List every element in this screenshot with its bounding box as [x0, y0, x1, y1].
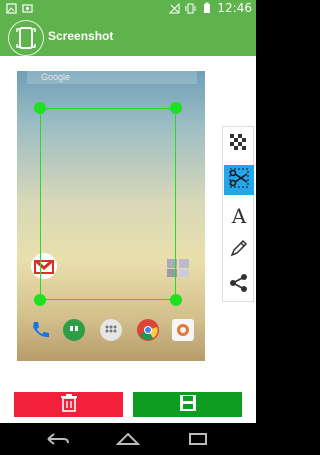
preview-google-text: Google	[41, 72, 71, 82]
apps-icon	[100, 319, 122, 341]
back-button[interactable]	[44, 429, 72, 449]
photo-icon	[22, 3, 33, 14]
no-signal-icon	[169, 2, 180, 14]
status-bar: 12:46	[0, 0, 256, 19]
vibrate-icon	[185, 3, 196, 14]
status-time: 12:46	[217, 1, 252, 15]
phone-icon	[29, 319, 51, 341]
crop-handle-bottom-left[interactable]	[34, 294, 46, 306]
battery-icon	[201, 2, 212, 14]
crop-handle-top-right[interactable]	[170, 102, 182, 114]
home-button[interactable]	[114, 429, 142, 449]
crop-handle-top-left[interactable]	[34, 102, 46, 114]
text-tool[interactable]: A	[224, 201, 254, 231]
navigation-bar	[0, 423, 256, 455]
screen: 12:46 Screenshot Google A	[0, 0, 256, 455]
app-bar: Screenshot	[0, 19, 256, 56]
crop-tool[interactable]	[224, 165, 254, 195]
pencil-icon	[228, 237, 250, 263]
pixelate-tool[interactable]	[224, 130, 254, 160]
scissors-icon	[227, 166, 251, 194]
text-tool-label: A	[231, 204, 247, 228]
chrome-icon	[137, 319, 159, 341]
share-icon	[228, 272, 250, 298]
recents-button[interactable]	[184, 429, 212, 449]
image-icon	[6, 3, 17, 14]
draw-tool[interactable]	[224, 235, 254, 265]
floppy-disk-icon	[179, 394, 197, 416]
phone-screenshot-icon	[8, 20, 44, 56]
share-tool[interactable]	[224, 270, 254, 300]
crop-handle-bottom-right[interactable]	[170, 294, 182, 306]
crop-frame[interactable]	[40, 108, 176, 300]
camera-icon	[172, 319, 194, 341]
hangouts-icon	[63, 319, 85, 341]
side-toolbar: A	[222, 126, 254, 302]
delete-button[interactable]	[14, 392, 123, 417]
app-title: Screenshot	[48, 29, 114, 43]
preview-search-bar: Google	[27, 71, 197, 84]
save-button[interactable]	[133, 392, 242, 417]
trash-icon	[60, 393, 77, 416]
checkerboard-icon	[228, 132, 250, 158]
